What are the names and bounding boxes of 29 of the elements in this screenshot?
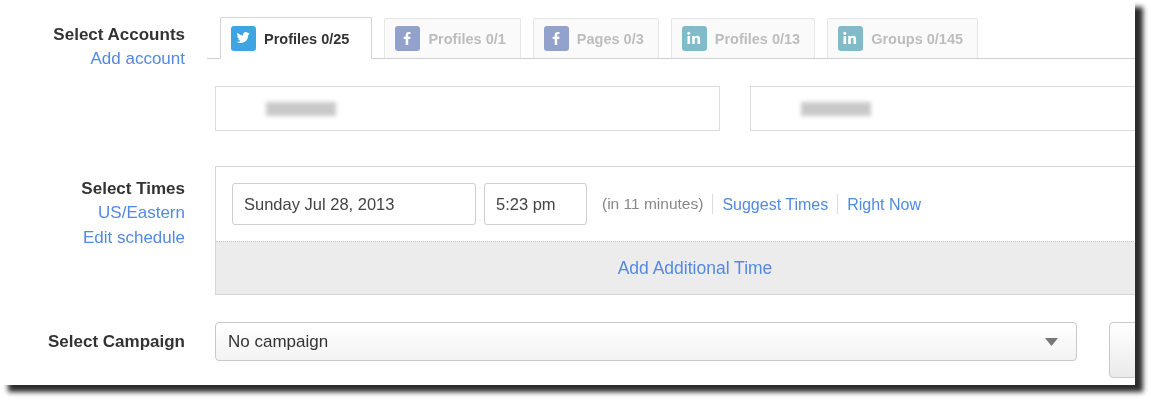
- blurred-name: [801, 101, 871, 116]
- select-value: No campaign: [228, 331, 329, 352]
- relative-time: (in 11 minutes): [602, 195, 704, 213]
- link[interactable]: Suggest Times: [722, 191, 829, 217]
- section-label: Select Campaign: [48, 331, 185, 353]
- account-tab[interactable]: Profiles 0/25: [220, 17, 373, 59]
- letter-f-icon: [395, 26, 421, 51]
- account-card[interactable]: [750, 86, 1135, 131]
- section-label: Select Accounts: [53, 24, 185, 46]
- link[interactable]: Right Now: [847, 191, 921, 217]
- link[interactable]: US/Eastern: [98, 200, 185, 225]
- time-field[interactable]: 5:23 pm: [484, 183, 587, 225]
- date-field[interactable]: Sunday Jul 28, 2013: [232, 183, 476, 225]
- section-label: Select Times: [81, 178, 185, 200]
- add-time-link[interactable]: Add Additional Time: [617, 255, 773, 281]
- link[interactable]: Edit schedule: [82, 225, 185, 250]
- blurred-name: [266, 101, 336, 116]
- letters-in-icon: [838, 26, 864, 51]
- add-account-link[interactable]: Add account: [90, 46, 185, 71]
- account-tab[interactable]: Profiles 0/1: [384, 18, 521, 58]
- account-card[interactable]: [215, 86, 720, 131]
- letter-f-icon: [543, 26, 569, 51]
- campaign-select[interactable]: No campaign: [215, 322, 1077, 361]
- account-tab[interactable]: Profiles 0/13: [670, 18, 816, 58]
- caret-icon: [1045, 337, 1058, 346]
- account-tab[interactable]: Pages 0/3: [532, 18, 659, 58]
- bird-icon: [231, 26, 256, 51]
- account-tab[interactable]: Groups 0/145: [827, 18, 979, 58]
- letters-in-icon: [681, 26, 707, 51]
